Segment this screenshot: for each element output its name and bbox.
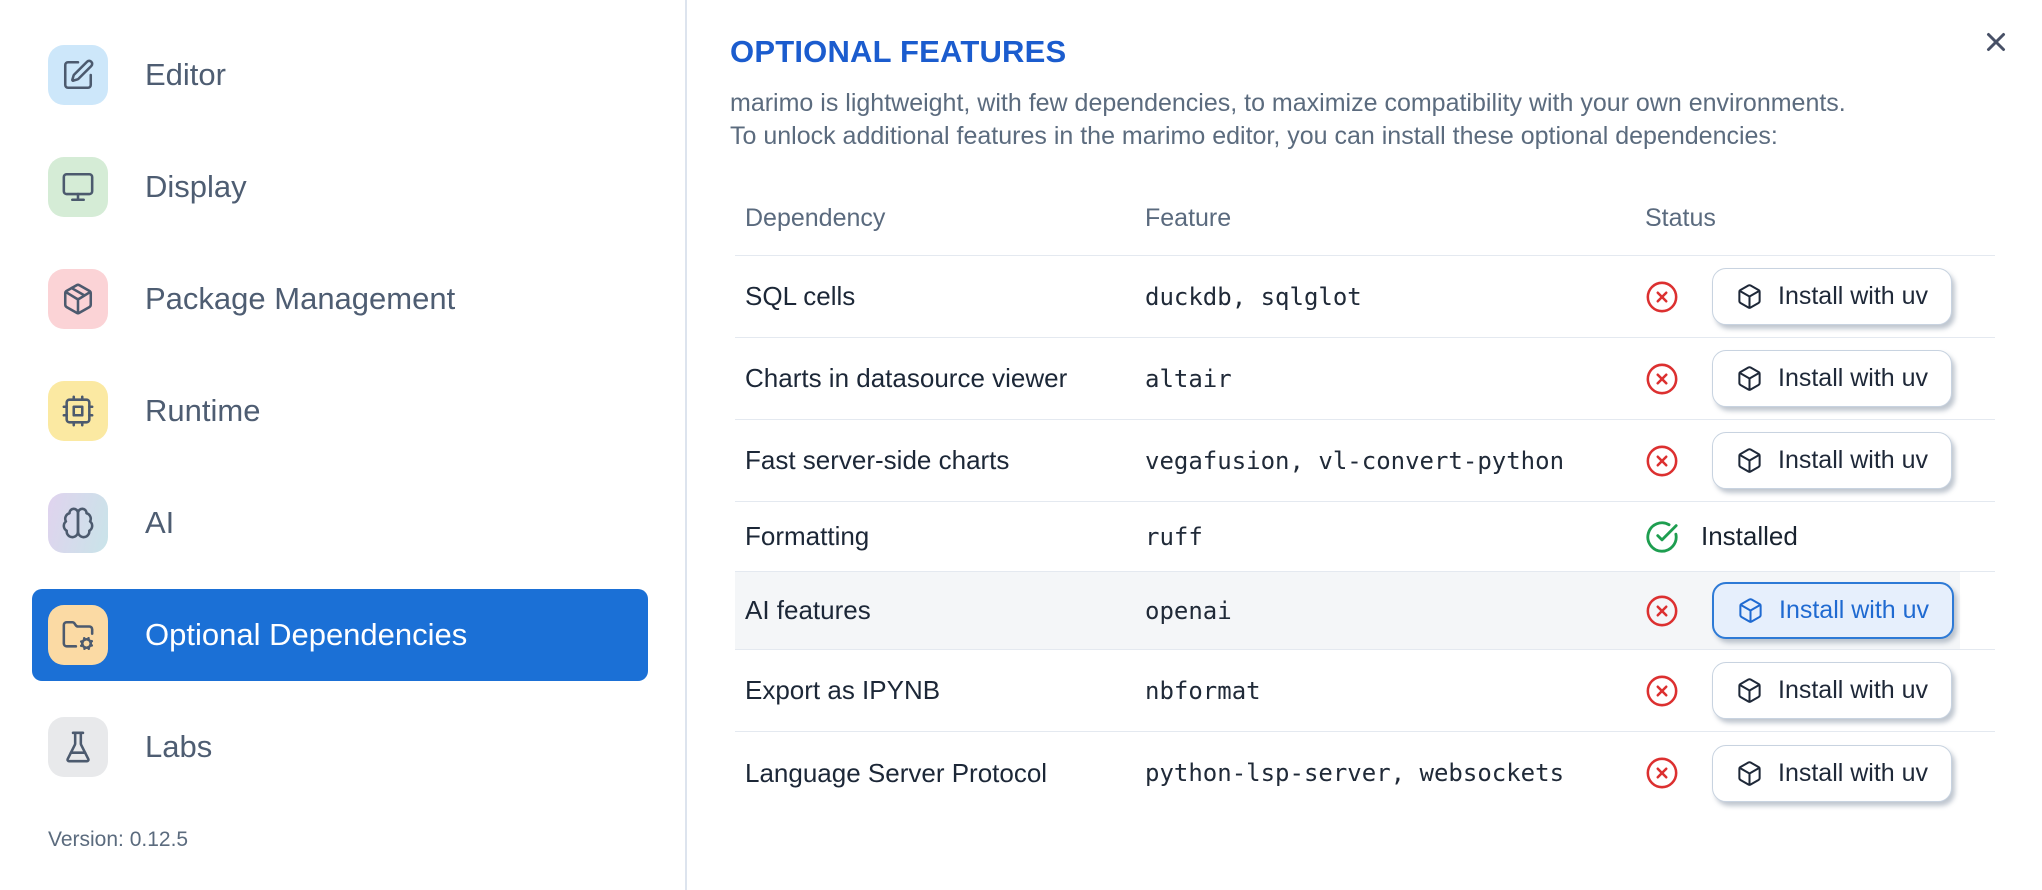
sidebar-item-optional-dependencies[interactable]: Optional Dependencies — [32, 589, 648, 681]
feature-cell: openai — [1145, 596, 1232, 625]
status-cell: Install with uv — [1645, 350, 2005, 407]
sidebar-item-display[interactable]: Display — [32, 141, 648, 233]
box-icon — [1737, 597, 1764, 624]
dependency-cell: AI features — [745, 595, 871, 625]
sidebar-item-label: AI — [145, 505, 175, 540]
circle-x-icon — [1645, 362, 1679, 396]
dependency-cell: Fast server-side charts — [745, 445, 1010, 475]
sidebar-item-label: Optional Dependencies — [145, 617, 468, 652]
sidebar-item-label: Labs — [145, 729, 213, 764]
circle-x-icon — [1645, 674, 1679, 708]
feature-cell: duckdb, sqlglot — [1145, 282, 1362, 311]
version-label: Version: 0.12.5 — [48, 828, 189, 851]
dependency-cell: SQL cells — [745, 281, 856, 311]
cpu-icon — [48, 381, 108, 441]
status-cell: Install with uv — [1645, 432, 2005, 489]
circle-x-icon — [1645, 594, 1679, 628]
status-cell: Install with uv — [1645, 744, 2005, 802]
status-cell: Install with uv — [1645, 582, 2005, 639]
optional-features-panel: OPTIONAL FEATURES marimo is lightweight,… — [687, 0, 2042, 890]
sidebar-item-list: Editor Display Package Management Runtim… — [0, 29, 685, 793]
square-pen-icon — [48, 45, 108, 105]
install-with-uv-button[interactable]: Install with uv — [1712, 432, 1953, 489]
table-row: Charts in datasource viewer altair Insta… — [735, 338, 1995, 420]
brain-icon — [48, 493, 108, 553]
install-with-uv-button[interactable]: Install with uv — [1712, 350, 1953, 407]
circle-x-icon — [1645, 444, 1679, 478]
table-row: Fast server-side charts vegafusion, vl-c… — [735, 420, 1995, 502]
table-row: Export as IPYNB nbformat Install with uv — [735, 650, 1995, 732]
install-with-uv-button[interactable]: Install with uv — [1712, 744, 1953, 802]
dependency-cell: Export as IPYNB — [745, 675, 941, 705]
page-title: OPTIONAL FEATURES — [730, 34, 1067, 69]
box-icon — [1736, 365, 1763, 392]
column-header-feature: Feature — [1145, 203, 1232, 232]
dependency-cell: Formatting — [745, 521, 870, 551]
circle-x-icon — [1645, 280, 1679, 314]
feature-cell: ruff — [1145, 522, 1203, 551]
table-body: SQL cells duckdb, sqlglot Install with u… — [735, 256, 1995, 814]
table-row: SQL cells duckdb, sqlglot Install with u… — [735, 256, 1995, 338]
install-with-uv-button[interactable]: Install with uv — [1712, 268, 1953, 325]
sidebar-item-label: Display — [145, 169, 247, 204]
box-icon — [1736, 283, 1763, 310]
circle-check-icon — [1645, 520, 1679, 554]
feature-cell: altair — [1145, 364, 1232, 393]
circle-x-icon — [1645, 756, 1679, 790]
installed-status-label: Installed — [1701, 521, 1798, 551]
table-row: Formatting ruff Installed — [735, 502, 1995, 572]
description-line-2: To unlock additional features in the mar… — [730, 122, 1778, 150]
column-header-status: Status — [1645, 203, 1716, 232]
monitor-icon — [48, 157, 108, 217]
sidebar-item-package-management[interactable]: Package Management — [32, 253, 648, 345]
description-line-1: marimo is lightweight, with few dependen… — [730, 89, 1846, 117]
sidebar-item-labs[interactable]: Labs — [32, 701, 648, 793]
dependency-cell: Charts in datasource viewer — [745, 363, 1068, 393]
feature-cell: nbformat — [1145, 676, 1261, 705]
status-cell: Installed — [1645, 520, 2005, 554]
table-row: AI features openai Install with uv — [735, 572, 1995, 650]
flask-icon — [48, 717, 108, 777]
box-icon — [1736, 677, 1763, 704]
settings-dialog: Editor Display Package Management Runtim… — [0, 0, 2042, 890]
sidebar-item-label: Package Management — [145, 281, 456, 316]
box-icon — [1736, 447, 1763, 474]
sidebar-item-label: Runtime — [145, 393, 261, 428]
sidebar-item-runtime[interactable]: Runtime — [32, 365, 648, 457]
sidebar-item-ai[interactable]: AI — [32, 477, 648, 569]
feature-cell: python-lsp-server, websockets — [1145, 759, 1565, 787]
folder-cog-icon — [48, 605, 108, 665]
install-with-uv-button[interactable]: Install with uv — [1712, 582, 1955, 639]
panel-description: marimo is lightweight, with few dependen… — [730, 87, 1985, 153]
dependencies-table: Dependency Feature Status SQL cells duck… — [735, 181, 1995, 814]
install-with-uv-button[interactable]: Install with uv — [1712, 662, 1953, 719]
table-row: Language Server Protocol python-lsp-serv… — [735, 732, 1995, 814]
column-header-dependency: Dependency — [745, 203, 886, 232]
close-icon[interactable] — [1978, 24, 2014, 60]
feature-cell: vegafusion, vl-convert-python — [1145, 446, 1565, 475]
status-cell: Install with uv — [1645, 268, 2005, 325]
status-cell: Install with uv — [1645, 662, 2005, 719]
settings-sidebar: Editor Display Package Management Runtim… — [0, 0, 687, 890]
box-icon — [1736, 760, 1763, 787]
sidebar-item-editor[interactable]: Editor — [32, 29, 648, 121]
dependency-cell: Language Server Protocol — [745, 757, 1048, 788]
table-header: Dependency Feature Status — [735, 181, 1995, 256]
package-icon — [48, 269, 108, 329]
sidebar-item-label: Editor — [145, 57, 226, 92]
